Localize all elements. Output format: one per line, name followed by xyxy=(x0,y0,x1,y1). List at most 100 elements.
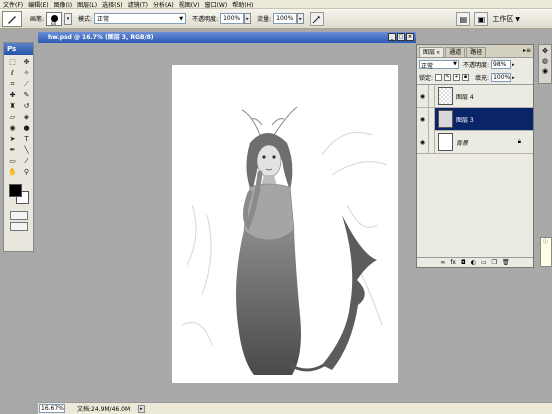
tools-panel: Ps ⬚ ✥ ℓ ✧ ⌗ ⟋ ✚ ✎ ♜ ↺ ▱ ◈ ◉ ● ➤ T ✒ ╲ ▭… xyxy=(3,42,34,252)
opacity-slider-button[interactable]: ▸ xyxy=(244,13,252,24)
swatches-icon[interactable]: ◉ xyxy=(542,67,548,75)
navigator-icon[interactable]: ✥ xyxy=(542,47,548,55)
layer-link-cell[interactable] xyxy=(429,84,435,108)
eraser-tool-icon[interactable]: ▱ xyxy=(6,112,19,122)
tab-paths-label: 路径 xyxy=(470,49,483,56)
brush-dropdown-button[interactable]: ▾ xyxy=(64,12,73,25)
eye-icon[interactable]: ◉ xyxy=(417,107,429,131)
tool-preset-picker[interactable] xyxy=(2,10,22,27)
brush-picker[interactable]: 60 xyxy=(46,11,63,26)
document-title-bar[interactable]: hw.psd @ 16.7% (图层 3, RGB/8) _ □ × xyxy=(38,32,416,43)
artwork-canvas[interactable] xyxy=(172,65,398,383)
pen-tool-icon[interactable]: ✒ xyxy=(6,145,19,155)
brush-indicator-icon[interactable] xyxy=(429,107,435,131)
line-tool-icon[interactable]: ╲ xyxy=(20,145,33,155)
layers-panel-footer: ∞ fx ◘ ◐ ▭ ❐ 🗑︎ xyxy=(417,257,533,267)
close-icon[interactable]: × xyxy=(436,50,440,56)
crop-tool-icon[interactable]: ⌗ xyxy=(6,79,19,89)
layer-thumbnail xyxy=(438,87,453,105)
eye-icon[interactable]: ◉ xyxy=(417,84,429,108)
lasso-tool-icon[interactable]: ℓ xyxy=(6,68,19,78)
layer-row-active[interactable]: ◉ 图层 3 xyxy=(417,107,533,131)
link-layers-icon[interactable]: ∞ xyxy=(440,259,445,266)
lock-position-icon[interactable]: + xyxy=(453,74,461,81)
flow-slider-button[interactable]: ▸ xyxy=(297,13,305,24)
palette-well-icon[interactable]: ▤ xyxy=(456,12,471,26)
fill-arrow-icon[interactable]: ▸ xyxy=(512,75,515,81)
layer-mask-icon[interactable]: ◘ xyxy=(461,259,466,266)
opacity-field[interactable]: 100% xyxy=(220,13,245,24)
status-menu-button[interactable]: ▸ xyxy=(138,404,145,413)
clone-stamp-tool-icon[interactable]: ♜ xyxy=(6,101,19,111)
menu-analysis[interactable]: 分析(A) xyxy=(153,0,174,9)
dodge-tool-icon[interactable]: ● xyxy=(20,123,33,133)
healing-brush-tool-icon[interactable]: ✚ xyxy=(6,90,19,100)
maximize-icon[interactable]: □ xyxy=(397,33,405,41)
menu-select[interactable]: 选择(S) xyxy=(102,0,123,9)
opacity-arrow-icon[interactable]: ▸ xyxy=(512,62,515,68)
new-group-icon[interactable]: ▭ xyxy=(481,259,487,266)
eyedropper-tool-icon[interactable]: ⁄ xyxy=(20,156,33,166)
menu-layer[interactable]: 图层(L) xyxy=(77,0,97,9)
eye-icon[interactable]: ◉ xyxy=(417,130,429,154)
workspace-button[interactable]: 工作区 xyxy=(492,14,513,24)
brush-tool-icon[interactable]: ✎ xyxy=(20,90,33,100)
layer-opacity-field[interactable]: 98% xyxy=(491,60,512,69)
adjustment-layer-icon[interactable]: ◐ xyxy=(471,259,476,266)
menu-filter[interactable]: 滤镜(T) xyxy=(128,0,148,9)
slice-tool-icon[interactable]: ⟋ xyxy=(20,79,33,89)
brush-label: 画笔: xyxy=(30,16,45,23)
bridge-icon[interactable]: ▣ xyxy=(474,12,489,26)
tab-layers[interactable]: 图层× xyxy=(419,47,445,57)
fill-field[interactable]: 100% xyxy=(491,73,512,82)
brush-size: 60 xyxy=(51,20,57,26)
menu-bar: 文件(F) 编辑(E) 图像(I) 图层(L) 选择(S) 滤镜(T) 分析(A… xyxy=(0,0,552,9)
layer-row[interactable]: ◉ 图层 4 xyxy=(417,84,533,108)
screen-mode-button[interactable] xyxy=(9,222,28,231)
new-layer-icon[interactable]: ❐ xyxy=(492,259,497,266)
zoom-field[interactable]: 16.67% xyxy=(39,404,65,413)
lock-all-icon[interactable]: ▪ xyxy=(462,74,470,81)
flow-label: 流量: xyxy=(257,16,272,23)
close-icon[interactable]: × xyxy=(406,33,414,41)
notes-tool-icon[interactable]: ▭ xyxy=(6,156,19,166)
move-tool-icon[interactable]: ✥ xyxy=(20,57,33,67)
lock-icon: 🔒︎ xyxy=(517,138,521,145)
tab-paths[interactable]: 路径 xyxy=(466,47,487,57)
menu-file[interactable]: 文件(F) xyxy=(3,0,23,9)
menu-help[interactable]: 帮助(H) xyxy=(232,0,253,9)
airbrush-icon[interactable] xyxy=(310,11,325,26)
layer-link-cell[interactable] xyxy=(429,130,435,154)
mermaid-sketch-artwork xyxy=(181,106,388,375)
color-icon[interactable]: ◍ xyxy=(542,57,548,65)
foreground-color-swatch[interactable] xyxy=(9,184,22,197)
history-brush-tool-icon[interactable]: ↺ xyxy=(20,101,33,111)
trash-icon[interactable]: 🗑︎ xyxy=(502,259,510,266)
menu-edit[interactable]: 编辑(E) xyxy=(28,0,48,9)
tab-channels[interactable]: 通道 xyxy=(445,47,466,57)
layers-panel-tabs: 图层× 通道 路径 xyxy=(417,45,533,58)
zoom-tool-icon[interactable]: ⚲ xyxy=(20,167,33,177)
lock-pixels-icon[interactable]: ✎ xyxy=(444,74,452,81)
flow-field[interactable]: 100% xyxy=(273,13,298,24)
hand-tool-icon[interactable]: ✋ xyxy=(6,167,19,177)
paint-bucket-tool-icon[interactable]: ◈ xyxy=(20,112,33,122)
blur-tool-icon[interactable]: ◉ xyxy=(6,123,19,133)
menu-image[interactable]: 图像(I) xyxy=(54,0,72,9)
menu-window[interactable]: 窗口(W) xyxy=(205,0,228,9)
menu-view[interactable]: 视图(V) xyxy=(179,0,200,9)
mode-select[interactable]: 正常 ▼ xyxy=(94,13,187,24)
type-tool-icon[interactable]: T xyxy=(20,134,33,144)
tools-panel-title: Ps xyxy=(4,43,33,55)
layer-style-button[interactable]: fx xyxy=(450,259,456,266)
panel-menu-icon[interactable]: ▸≡ xyxy=(523,47,531,54)
minimize-icon[interactable]: _ xyxy=(388,33,396,41)
marquee-tool-icon[interactable]: ⬚ xyxy=(6,57,19,67)
path-selection-tool-icon[interactable]: ➤ xyxy=(6,134,19,144)
lock-transparency-icon[interactable] xyxy=(435,74,443,81)
mode-value: 正常 xyxy=(97,16,110,23)
layer-row[interactable]: ◉ 背景 🔒︎ xyxy=(417,130,533,154)
magic-wand-tool-icon[interactable]: ✧ xyxy=(20,68,33,78)
blend-mode-select[interactable]: 正常 ▼ xyxy=(419,60,459,70)
quick-mask-button[interactable] xyxy=(9,211,28,220)
